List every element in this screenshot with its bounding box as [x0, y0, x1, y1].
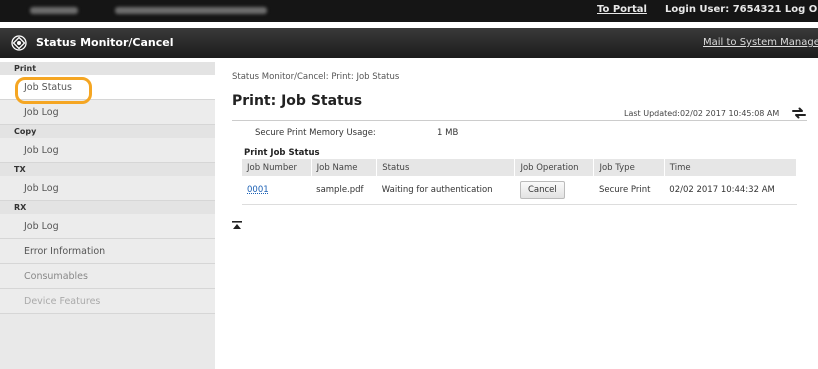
- selection-highlight: [15, 77, 92, 104]
- column-header: Status: [376, 159, 516, 176]
- sidebar-item-consumables[interactable]: Consumables: [0, 264, 215, 289]
- top-bar: To Portal Login User: 7654321 Log Out: [0, 0, 818, 22]
- mail-system-manager-link[interactable]: Mail to System Manager: [703, 37, 818, 48]
- sidebar-item-device-features[interactable]: Device Features: [0, 289, 215, 314]
- sidebar-header-copy: Copy: [0, 125, 215, 138]
- sidebar: Print Job Status Job Log Copy Job Log TX…: [0, 62, 215, 369]
- column-header: Job Operation: [514, 159, 595, 176]
- title-divider: [232, 120, 807, 121]
- sidebar-header-print: Print: [0, 62, 215, 75]
- blurred-url: [115, 7, 267, 14]
- memory-usage-label: Secure Print Memory Usage:: [255, 128, 376, 138]
- cancel-job-button[interactable]: Cancel: [519, 180, 565, 199]
- sidebar-item-tx-job-log[interactable]: Job Log: [0, 176, 215, 201]
- column-header: Job Type: [593, 159, 665, 176]
- job-status-table: Job Number Job Name Status Job Operation…: [242, 159, 798, 205]
- sidebar-item-copy-job-log[interactable]: Job Log: [0, 138, 215, 163]
- column-header: Time: [664, 159, 798, 176]
- sidebar-item-error-information[interactable]: Error Information: [0, 239, 215, 264]
- title-bar: Status Monitor/Cancel Mail to System Man…: [0, 28, 818, 58]
- memory-usage-value: 1 MB: [437, 128, 459, 138]
- job-type-cell: Secure Print: [593, 176, 665, 205]
- login-user-info[interactable]: Login User: 7654321 Log Out: [665, 4, 818, 15]
- sidebar-header-rx: RX: [0, 201, 215, 214]
- breadcrumb: Status Monitor/Cancel: Print: Job Status: [232, 72, 400, 82]
- to-portal-link[interactable]: To Portal: [597, 4, 647, 15]
- print-job-status-heading: Print Job Status: [244, 148, 320, 158]
- job-status-cell: Waiting for authentication: [376, 176, 515, 205]
- job-number-link[interactable]: 0001: [247, 185, 269, 195]
- main-content: Status Monitor/Cancel: Print: Job Status…: [215, 62, 818, 369]
- column-header: Job Number: [242, 159, 312, 176]
- job-time-cell: 02/02 2017 10:44:32 AM: [664, 176, 797, 205]
- sidebar-item-rx-job-log[interactable]: Job Log: [0, 214, 215, 239]
- collapse-top-icon[interactable]: [232, 221, 242, 231]
- table-header-row: Job Number Job Name Status Job Operation…: [242, 159, 798, 176]
- sidebar-header-tx: TX: [0, 163, 215, 176]
- refresh-icon[interactable]: [791, 105, 807, 121]
- page-title: Print: Job Status: [232, 93, 363, 109]
- logo-icon: [11, 35, 27, 51]
- app-title: Status Monitor/Cancel: [36, 36, 174, 49]
- job-name-cell: sample.pdf: [311, 176, 377, 205]
- column-header: Job Name: [311, 159, 378, 176]
- blurred-device-name: [30, 7, 78, 14]
- last-updated-timestamp: Last Updated:02/02 2017 10:45:08 AM: [624, 109, 780, 118]
- table-row: 0001 sample.pdf Waiting for authenticati…: [242, 176, 797, 205]
